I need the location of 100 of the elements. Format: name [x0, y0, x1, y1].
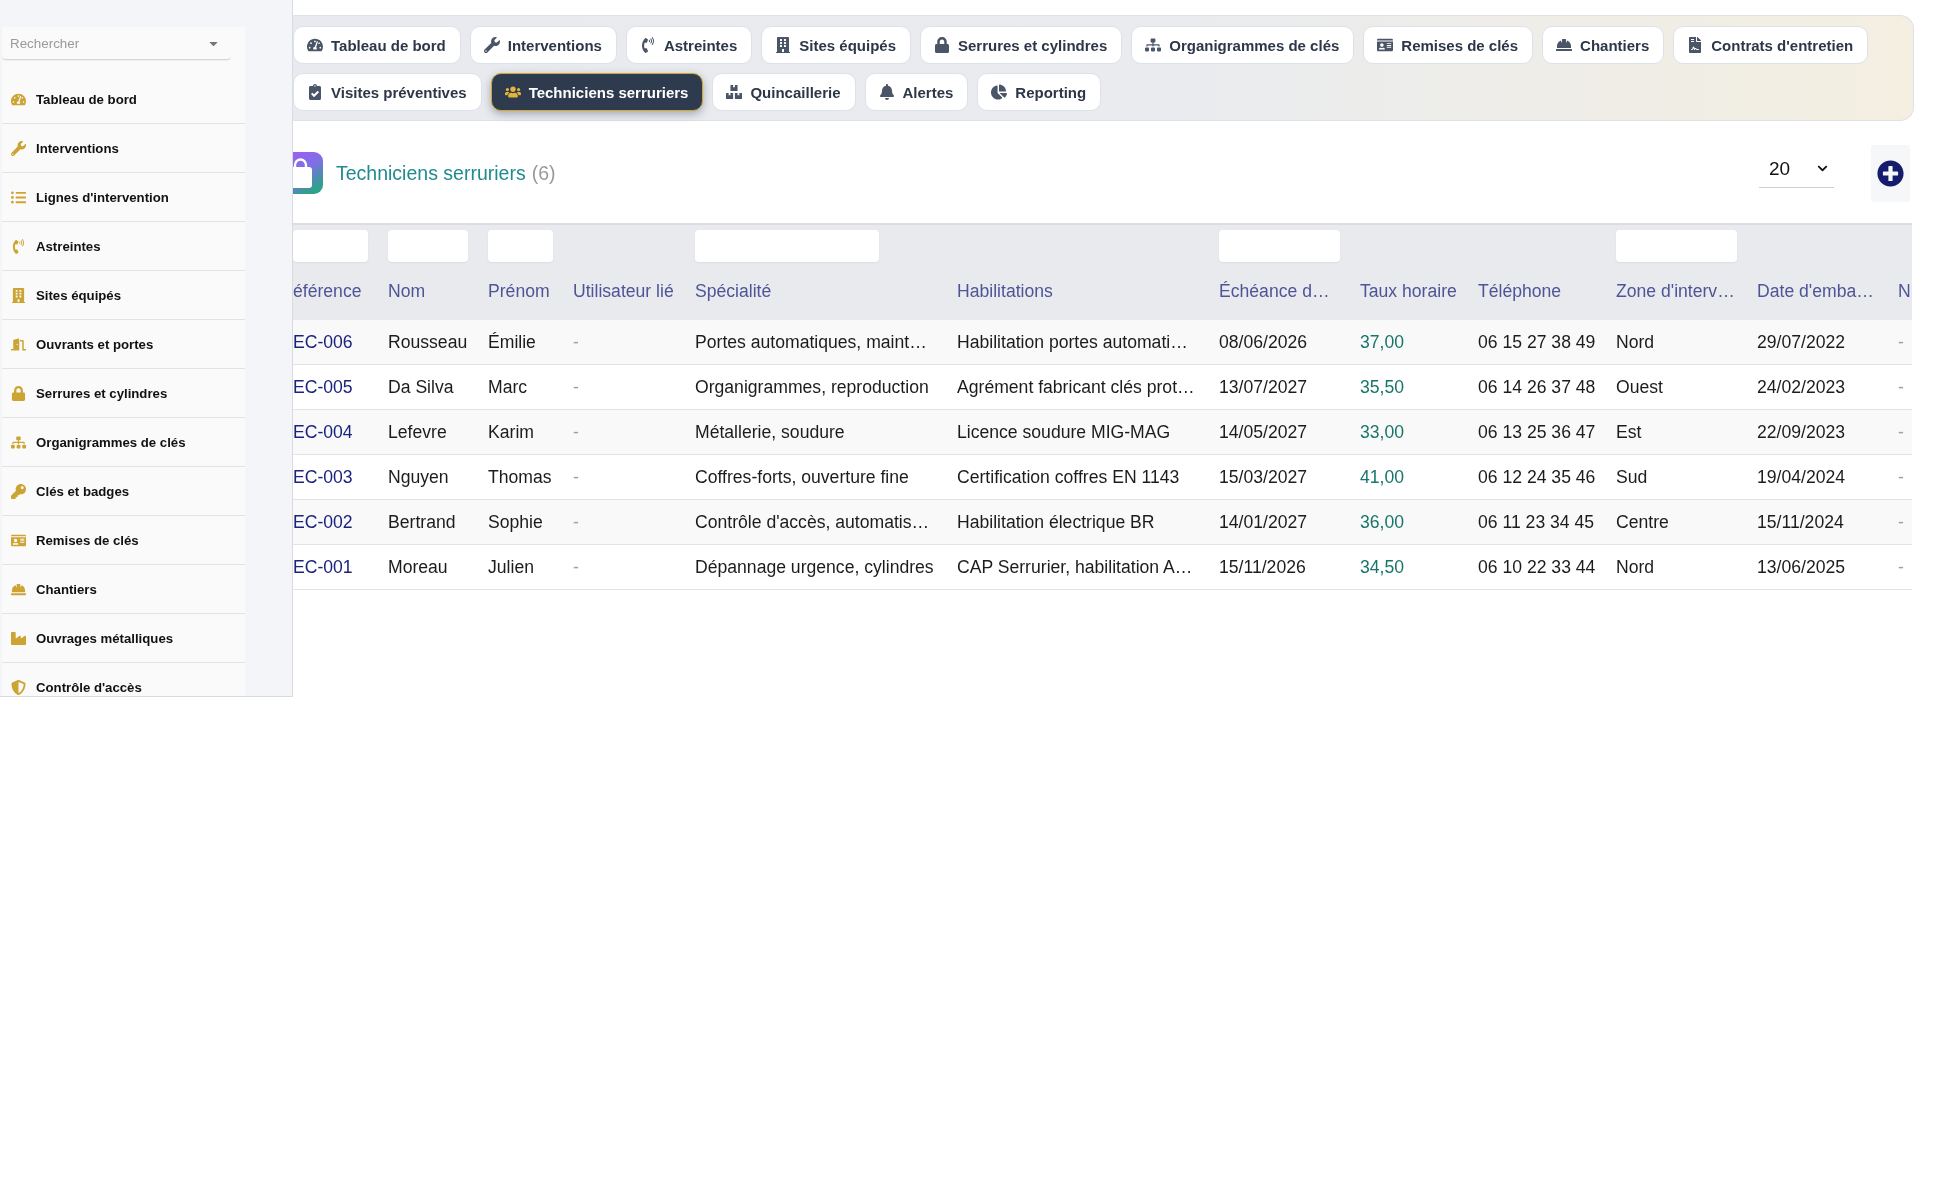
gauge-icon: [307, 37, 323, 53]
column-header[interactable]: Nom: [388, 280, 426, 302]
building-icon: [11, 287, 26, 303]
tab[interactable]: Interventions: [469, 26, 617, 64]
table-cell: Nord: [1616, 556, 1655, 578]
search-field[interactable]: Rechercher: [2, 27, 231, 60]
add-button[interactable]: [1871, 144, 1910, 202]
column-header[interactable]: Utilisateur lié: [573, 280, 674, 302]
page-size-select[interactable]: 20: [1759, 150, 1834, 188]
column-header[interactable]: Date d'emba…: [1757, 280, 1874, 302]
tab[interactable]: Reporting: [977, 73, 1102, 111]
table-cell: 15/11/2026: [1219, 556, 1306, 578]
table-cell: 41,00: [1360, 466, 1405, 488]
sidebar-item[interactable]: Clés et badges: [2, 467, 245, 516]
column-header[interactable]: N: [1898, 280, 1911, 302]
lock-icon: [934, 37, 950, 53]
column-header[interactable]: Habilitations: [957, 280, 1053, 302]
column-header[interactable]: Prénom: [488, 280, 550, 302]
tab[interactable]: Techniciens serruriers: [490, 73, 704, 111]
table-cell: Dépannage urgence, cylindres: [695, 556, 934, 578]
table-cell: Sud: [1616, 466, 1648, 488]
table-cell: Émilie: [488, 331, 536, 353]
column-header[interactable]: éférence: [293, 280, 362, 302]
column-header[interactable]: Échéance d…: [1219, 280, 1330, 302]
plus-icon: [1877, 159, 1904, 187]
key-icon: [11, 483, 26, 499]
reference-link[interactable]: EC-002: [293, 511, 353, 533]
column-header[interactable]: Zone d'interv…: [1616, 280, 1735, 302]
wrench-icon: [11, 140, 26, 156]
table-cell: 13/06/2025: [1757, 556, 1846, 578]
sidebar-item[interactable]: Interventions: [2, 124, 245, 173]
filter-field[interactable]: [388, 230, 468, 262]
table-cell: 19/04/2024: [1757, 466, 1846, 488]
pie-chart-icon: [991, 84, 1008, 100]
filter-field[interactable]: [488, 230, 553, 262]
table-cell: Agrément fabricant clés prot…: [957, 376, 1195, 398]
sidebar-item[interactable]: Ouvrants et portes: [2, 320, 245, 369]
table-cell: 24/02/2023: [1757, 376, 1846, 398]
tab[interactable]: Visites préventives: [293, 73, 482, 111]
tab[interactable]: Sites équipés: [761, 26, 911, 64]
table-cell: 14/01/2027: [1219, 511, 1308, 533]
filter-field[interactable]: [293, 230, 368, 262]
tab[interactable]: Serrures et cylindres: [920, 26, 1123, 64]
filter-field[interactable]: [695, 230, 879, 262]
sidebar-item[interactable]: Astreintes: [2, 222, 245, 271]
table-cell: -: [573, 511, 579, 533]
table-cell: Habilitation portes automati…: [957, 331, 1188, 353]
table-cell: Ouest: [1616, 376, 1663, 398]
sidebar-item[interactable]: Sites équipés: [2, 271, 245, 320]
table-cell: Thomas: [488, 466, 552, 488]
tab[interactable]: Remises de clés: [1363, 26, 1534, 64]
table-cell: 22/09/2023: [1757, 421, 1846, 443]
filter-field[interactable]: [1219, 230, 1340, 262]
table-cell: Certification coffres EN 1143: [957, 466, 1180, 488]
table-cell: -: [573, 376, 579, 398]
sidebar-item[interactable]: Serrures et cylindres: [2, 369, 245, 418]
table-cell: -: [573, 421, 579, 443]
table-cell: Karim: [488, 421, 534, 443]
table-cell: Contrôle d'accès, automatis…: [695, 511, 930, 533]
table-cell: -: [573, 556, 579, 578]
sidebar-item[interactable]: Lignes d'intervention: [2, 173, 245, 222]
table-cell: 06 15 27 38 49: [1478, 331, 1596, 353]
table-cell: -: [1898, 331, 1904, 353]
column-header[interactable]: Téléphone: [1478, 280, 1562, 302]
door-icon: [11, 336, 26, 352]
list-icon: [11, 189, 26, 205]
table-cell: Lefevre: [388, 421, 447, 443]
sidebar-item[interactable]: Ouvrages métalliques: [2, 614, 245, 663]
table-cell: Est: [1616, 421, 1642, 443]
sidebar-item[interactable]: Remises de clés: [2, 516, 245, 565]
reference-link[interactable]: EC-004: [293, 421, 353, 443]
table-cell: 15/11/2024: [1757, 511, 1844, 533]
tab[interactable]: Contrats d'entretien: [1673, 26, 1869, 64]
reference-link[interactable]: EC-006: [293, 331, 353, 353]
reference-link[interactable]: EC-005: [293, 376, 353, 398]
tab[interactable]: Alertes: [864, 73, 969, 111]
tab[interactable]: Astreintes: [625, 26, 753, 64]
column-header[interactable]: Spécialité: [695, 280, 772, 302]
reference-link[interactable]: EC-003: [293, 466, 353, 488]
table-cell: Julien: [488, 556, 534, 578]
sidebar-item[interactable]: Organigrammes de clés: [2, 418, 245, 467]
sidebar-item[interactable]: Tableau de bord: [2, 75, 245, 124]
table-cell: -: [1898, 421, 1904, 443]
reference-link[interactable]: EC-001: [293, 556, 353, 578]
page-title: Techniciens serruriers: [336, 161, 526, 185]
table-cell: 36,00: [1360, 511, 1405, 533]
column-header[interactable]: Taux horaire: [1360, 280, 1457, 302]
filter-field[interactable]: [1616, 230, 1737, 262]
boxes-icon: [726, 84, 743, 100]
sidebar-item[interactable]: Contrôle d'accès: [2, 663, 245, 696]
chevron-down-icon: [1817, 163, 1828, 174]
table-cell: -: [573, 466, 579, 488]
table-cell: 08/06/2026: [1219, 331, 1308, 353]
tab[interactable]: Tableau de bord: [293, 26, 461, 64]
tab[interactable]: Quincaillerie: [712, 73, 856, 111]
tab[interactable]: Organigrammes de clés: [1131, 26, 1355, 64]
table-cell: -: [1898, 466, 1904, 488]
table-cell: 13/07/2027: [1219, 376, 1308, 398]
tab[interactable]: Chantiers: [1542, 26, 1665, 64]
sidebar-item[interactable]: Chantiers: [2, 565, 245, 614]
